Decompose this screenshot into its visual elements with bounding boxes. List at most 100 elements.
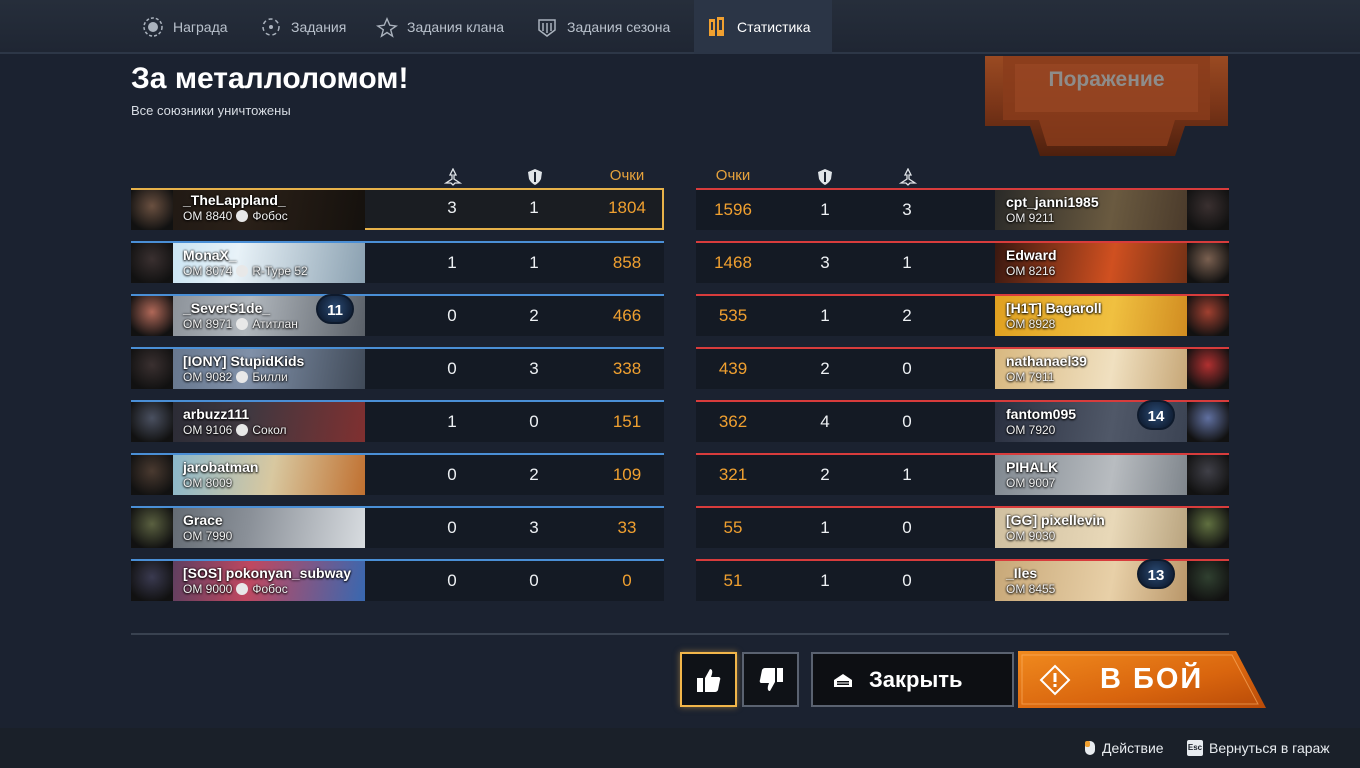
rating-value: ОМ 9082 <box>183 370 233 384</box>
tab-label: Задания <box>291 19 347 35</box>
rating-value: ОМ 9106 <box>183 423 233 437</box>
enemy-row[interactable]: [H1T] Bagaroll ОМ 8928 535 1 2 <box>696 294 1229 336</box>
stat-score: 0 <box>622 571 632 590</box>
avatar <box>1187 296 1229 336</box>
match-subtitle: Все союзники уничтожены <box>131 103 291 118</box>
stat-assists: 3 <box>820 253 830 272</box>
enemy-row[interactable]: cpt_janni1985 ОМ 9211 1596 1 3 <box>696 188 1229 230</box>
stat-assists: 4 <box>820 412 830 431</box>
rating-value: ОМ 7920 <box>1006 423 1056 437</box>
tab-tasks[interactable]: Задания <box>248 0 358 54</box>
shield-icon <box>818 169 832 185</box>
back-to-garage-hint[interactable]: Esc Вернуться в гараж <box>1187 740 1330 756</box>
stat-assists: 1 <box>820 200 830 219</box>
player-rating: ОМ 7990 <box>183 529 232 543</box>
player-name: [GG] pixellevin <box>1006 512 1105 528</box>
player-rating: ОМ 9106 Сокол <box>183 423 287 437</box>
clan-icon <box>236 371 249 383</box>
player-name: arbuzz111 <box>183 406 250 422</box>
ally-row[interactable]: Grace ОМ 7990 0 3 33 <box>131 506 664 548</box>
stat-kills: 0 <box>447 465 457 484</box>
rating-value: ОМ 7990 <box>183 529 233 543</box>
thumbs-down-icon <box>759 667 783 691</box>
stat-score: 858 <box>612 253 642 272</box>
enemy-row[interactable]: fantom095 ОМ 7920 14 362 4 0 <box>696 400 1229 442</box>
ally-row[interactable]: arbuzz111 ОМ 9106 Сокол 1 0 151 <box>131 400 664 442</box>
tab-reward[interactable]: Награда <box>130 0 240 54</box>
avatar <box>1187 508 1229 548</box>
level-badge: 13 <box>1137 559 1175 589</box>
avatar <box>1187 402 1229 442</box>
stat-kills: 0 <box>902 571 912 590</box>
stats-icon <box>706 16 728 38</box>
player-name: MonaX_ <box>183 247 237 263</box>
player-name: Edward <box>1006 247 1057 263</box>
enemy-row[interactable]: nathanael39 ОМ 7911 439 2 0 <box>696 347 1229 389</box>
player-name: _TheLappland_ <box>183 192 286 208</box>
ally-row[interactable]: jarobatman ОМ 8009 0 2 109 <box>131 453 664 495</box>
stat-assists: 2 <box>820 359 830 378</box>
fight-button-label: В БОЙ <box>1100 663 1204 695</box>
rating-value: ОМ 8009 <box>183 476 233 490</box>
ally-row[interactable]: MonaX_ ОМ 8074 R-Type 52 1 1 858 <box>131 241 664 283</box>
stat-score: 466 <box>612 306 642 325</box>
player-name: [IONY] StupidKids <box>183 353 305 369</box>
player-rating: ОМ 9082 Билли <box>183 370 288 384</box>
ally-row[interactable]: [SOS] pokonyan_subway ОМ 9000 Фобос 0 0 0 <box>131 559 664 601</box>
like-button[interactable] <box>680 652 737 707</box>
stat-score: 338 <box>612 359 642 378</box>
stat-kills: 0 <box>447 359 457 378</box>
avatar <box>1187 349 1229 389</box>
mouse-icon <box>1085 741 1095 755</box>
player-rating: ОМ 8009 <box>183 476 232 490</box>
stat-kills: 0 <box>902 518 912 537</box>
stat-assists: 0 <box>529 571 539 590</box>
match-result: Поражение <box>1048 68 1165 91</box>
match-title: За металлоломом! <box>131 62 409 95</box>
close-button[interactable]: Закрыть <box>811 652 1014 707</box>
clan-name: Фобос <box>252 209 288 223</box>
stat-score: 1468 <box>714 253 752 272</box>
thumbs-up-icon <box>696 668 720 692</box>
clan-name: Фобос <box>252 582 288 596</box>
kills-icon <box>444 168 462 186</box>
garage-icon <box>834 673 852 687</box>
tab-label: Задания клана <box>407 19 504 35</box>
back-hint-label: Вернуться в гараж <box>1209 740 1330 756</box>
tab-label: Награда <box>173 19 228 35</box>
tab-season-tasks[interactable]: Задания сезона <box>524 0 682 54</box>
enemy-row[interactable]: Edward ОМ 8216 1468 3 1 <box>696 241 1229 283</box>
action-hint[interactable]: Действие <box>1084 740 1164 756</box>
ally-row-self[interactable]: _TheLappland_ ОМ 8840 Фобос 3 1 1804 <box>131 188 664 230</box>
stat-assists: 2 <box>529 306 539 325</box>
stat-score: 51 <box>723 571 743 590</box>
stat-score: 1596 <box>714 200 752 219</box>
avatar <box>131 243 173 283</box>
stat-score: 55 <box>723 518 743 537</box>
stat-assists: 1 <box>820 518 830 537</box>
enemy-row[interactable]: _Iles ОМ 8455 13 51 1 0 <box>696 559 1229 601</box>
ally-row[interactable]: _SeverS1de_ ОМ 8971 Атитлан 11 0 2 466 <box>131 294 664 336</box>
player-rating: ОМ 9211 <box>1006 211 1054 225</box>
tab-statistics[interactable]: Статистика <box>694 0 832 54</box>
player-name: _Iles <box>1006 565 1038 581</box>
tab-clan-tasks[interactable]: Задания клана <box>364 0 516 54</box>
stat-score: 321 <box>718 465 748 484</box>
player-name: nathanael39 <box>1006 353 1087 369</box>
avatar <box>131 349 173 389</box>
rating-value: ОМ 8840 <box>183 209 233 223</box>
ally-row[interactable]: [IONY] StupidKids ОМ 9082 Билли 0 3 338 <box>131 347 664 389</box>
season-tasks-icon <box>536 16 558 38</box>
stat-score: 439 <box>718 359 748 378</box>
avatar <box>131 508 173 548</box>
top-tab-bar: Награда Задания Задания клана Задания се… <box>0 0 1360 54</box>
stat-kills: 0 <box>902 359 912 378</box>
dislike-button[interactable] <box>742 652 799 707</box>
stat-kills: 0 <box>447 306 457 325</box>
stat-assists: 1 <box>529 253 539 272</box>
enemy-row[interactable]: PIHALK ОМ 9007 321 2 1 <box>696 453 1229 495</box>
close-button-label: Закрыть <box>869 666 963 692</box>
enemy-row[interactable]: [GG] pixellevin ОМ 9030 55 1 0 <box>696 506 1229 548</box>
medal-icon <box>142 16 164 38</box>
level-badge: 11 <box>316 294 354 324</box>
